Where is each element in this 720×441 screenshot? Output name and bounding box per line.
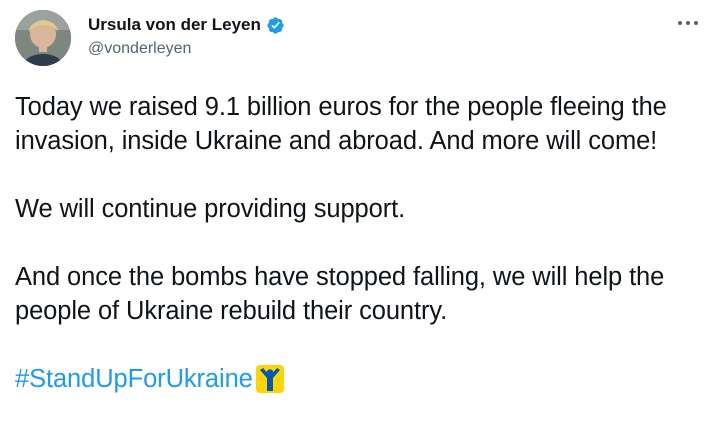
- hashtag-row: #StandUpForUkraine: [15, 362, 705, 396]
- name-row: Ursula von der Leyen: [88, 14, 285, 36]
- dot: [694, 21, 698, 25]
- tweet-card: Ursula von der Leyen @vonderleyen Today …: [0, 0, 720, 441]
- author-block: Ursula von der Leyen @vonderleyen: [88, 14, 285, 58]
- tweet-paragraph-1: Today we raised 9.1 billion euros for th…: [15, 93, 667, 155]
- avatar-image: [15, 10, 71, 66]
- dot: [678, 21, 682, 25]
- display-name[interactable]: Ursula von der Leyen: [88, 15, 261, 35]
- handle[interactable]: @vonderleyen: [88, 40, 285, 58]
- more-options-icon[interactable]: [678, 18, 698, 28]
- tweet-paragraph-2: We will continue providing support.: [15, 195, 406, 223]
- standup-for-ukraine-emoji-icon: [255, 364, 285, 394]
- hashtag-link[interactable]: #StandUpForUkraine: [15, 362, 253, 396]
- dot: [686, 21, 690, 25]
- avatar[interactable]: [15, 10, 71, 66]
- tweet-paragraph-3: And once the bombs have stopped falling,…: [15, 263, 665, 325]
- tweet-text: Today we raised 9.1 billion euros for th…: [15, 90, 705, 396]
- verified-badge-icon: [266, 16, 285, 35]
